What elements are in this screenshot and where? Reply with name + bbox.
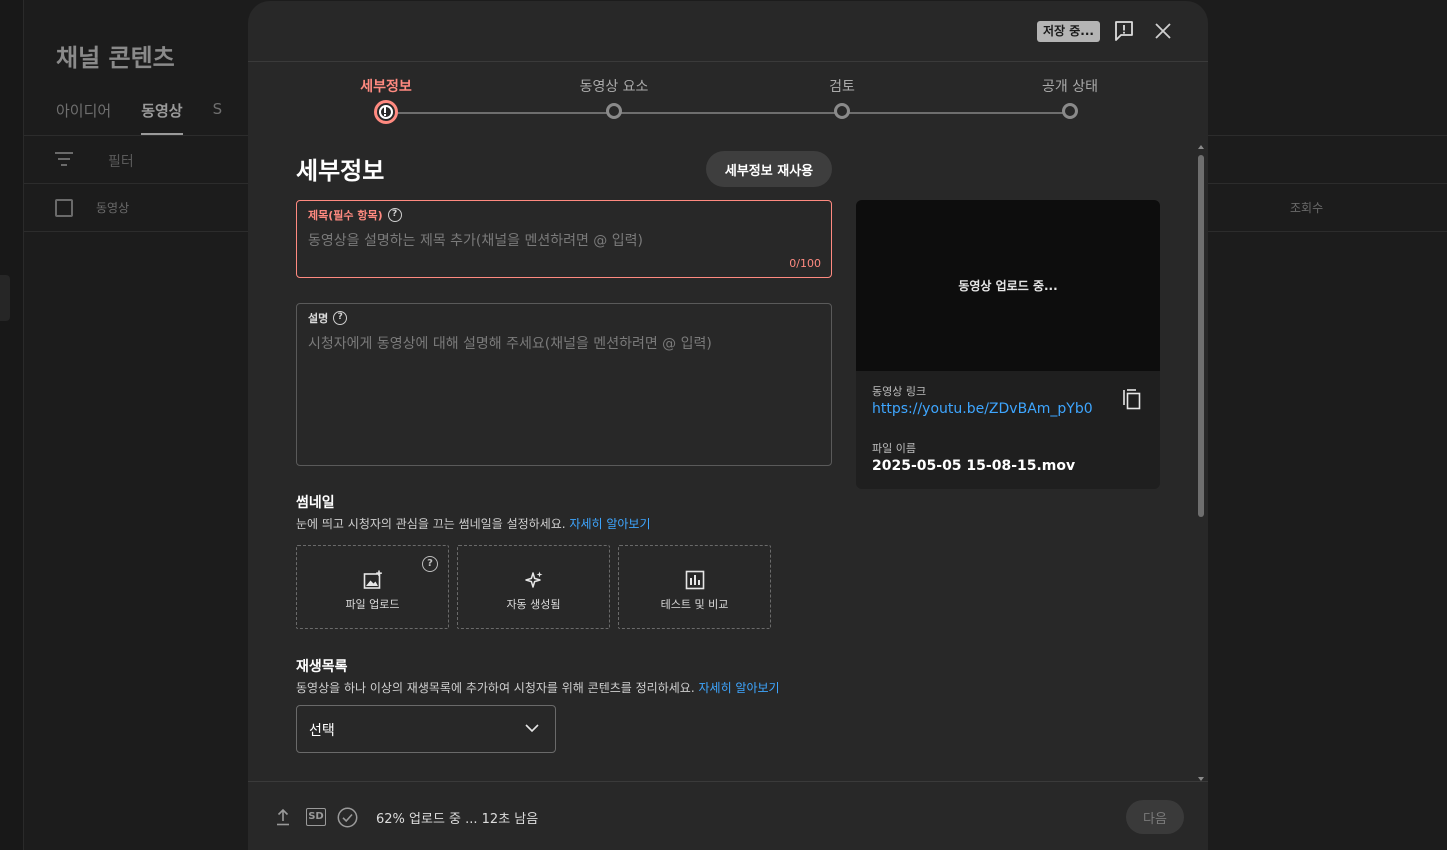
bg-select-all-checkbox[interactable]	[55, 199, 73, 217]
playlist-learn-more-link[interactable]: 자세히 알아보기	[698, 681, 779, 695]
thumbnail-option-label: 테스트 및 비교	[660, 598, 729, 611]
help-icon[interactable]: ?	[333, 311, 348, 325]
step-error-icon[interactable]	[374, 100, 398, 124]
bg-tab-shorts[interactable]: S	[213, 100, 223, 135]
content-scrollbar[interactable]	[1197, 145, 1205, 781]
sparkle-icon	[525, 571, 543, 588]
close-icon[interactable]	[1152, 20, 1174, 42]
progress-stepper: 세부정보 동영상 요소 검토 공개 상태	[248, 63, 1208, 127]
playlist-description: 동영상을 하나 이상의 재생목록에 추가하여 시청자를 위해 콘텐츠를 정리하세…	[296, 679, 780, 696]
bg-column-views: 조회수	[1290, 201, 1324, 215]
playlist-select-value: 선택	[309, 723, 335, 739]
details-content: 세부정보 세부정보 재사용 제목(필수 항목) ? 동영상을 설명하는 제목 추…	[248, 127, 1208, 781]
scrollbar-thumb[interactable]	[1198, 155, 1204, 517]
video-preview-card: 동영상 업로드 중... 동영상 링크 https://youtu.be/ZDv…	[856, 200, 1160, 489]
report-icon[interactable]	[1114, 20, 1134, 42]
title-label-text: 제목(필수 항목)	[308, 209, 383, 222]
playlist-title: 재생목록	[296, 659, 348, 675]
filter-icon[interactable]	[55, 152, 73, 166]
video-link[interactable]: https://youtu.be/ZDvBAm_pYb0	[872, 401, 1093, 417]
upload-progress-text: 62% 업로드 중 ... 12초 남음	[376, 812, 539, 827]
step-dot[interactable]	[1062, 103, 1078, 119]
thumbnail-description-text: 눈에 띄고 시청자의 관심을 끄는 썸네일을 설정하세요.	[296, 517, 566, 531]
sd-quality-icon: SD	[306, 808, 326, 826]
section-title: 세부정보	[296, 157, 385, 185]
thumbnail-upload-option[interactable]: 파일 업로드 ?	[296, 545, 449, 629]
dialog-footer: SD 62% 업로드 중 ... 12초 남음 다음	[248, 781, 1208, 850]
check-circle-icon	[337, 807, 358, 828]
saving-badge: 저장 중...	[1037, 21, 1100, 42]
file-name-label: 파일 이름	[872, 442, 916, 455]
thumbnail-auto-option[interactable]: 자동 생성됨	[457, 545, 610, 629]
chevron-down-icon	[525, 724, 539, 733]
thumbnail-learn-more-link[interactable]: 자세히 알아보기	[569, 517, 650, 531]
stepper-line	[386, 112, 1070, 114]
step-review[interactable]: 검토	[829, 76, 855, 96]
next-button[interactable]: 다음	[1126, 800, 1184, 834]
bg-tab-ideas[interactable]: 아이디어	[56, 100, 111, 135]
upload-dialog: 저장 중... 세부정보 동영상 요소 검토 공개 상태 세부정보 세부정보 재…	[248, 1, 1208, 850]
bg-side-rail-selection	[0, 275, 10, 321]
title-field-label: 제목(필수 항목) ?	[308, 207, 402, 223]
playlist-description-text: 동영상을 하나 이상의 재생목록에 추가하여 시청자를 위해 콘텐츠를 정리하세…	[296, 681, 695, 695]
playlist-select[interactable]: 선택	[296, 705, 556, 753]
bg-tab-videos[interactable]: 동영상	[141, 100, 183, 135]
dialog-header: 저장 중...	[248, 1, 1208, 62]
thumbnail-test-compare-option[interactable]: 테스트 및 비교	[618, 545, 771, 629]
video-preview: 동영상 업로드 중...	[856, 200, 1160, 371]
description-label-text: 설명	[308, 312, 329, 325]
bg-side-rail	[0, 0, 24, 850]
thumbnail-option-label: 파일 업로드	[345, 598, 400, 611]
image-upload-icon	[363, 570, 382, 589]
title-field[interactable]: 제목(필수 항목) ? 동영상을 설명하는 제목 추가(채널을 멘션하려면 @ …	[296, 200, 832, 278]
thumbnail-title: 썸네일	[296, 495, 335, 511]
description-field[interactable]: 설명 ? 시청자에게 동영상에 대해 설명해 주세요(채널을 멘션하려면 @ 입…	[296, 303, 832, 466]
step-dot[interactable]	[606, 103, 622, 119]
copy-icon[interactable]	[1123, 389, 1141, 410]
step-label: 세부정보	[360, 79, 412, 95]
step-dot[interactable]	[834, 103, 850, 119]
bg-column-video: 동영상	[96, 201, 130, 215]
step-label: 공개 상태	[1042, 79, 1098, 95]
upload-status-text: 동영상 업로드 중...	[958, 279, 1058, 293]
step-label: 동영상 요소	[579, 79, 649, 95]
step-label: 검토	[829, 79, 855, 95]
step-details[interactable]: 세부정보	[360, 76, 412, 96]
video-link-label: 동영상 링크	[872, 385, 927, 398]
bg-filter-label[interactable]: 필터	[108, 151, 134, 171]
thumbnail-option-label: 자동 생성됨	[506, 598, 561, 611]
bar-chart-icon	[685, 570, 705, 590]
upload-icon	[277, 808, 289, 826]
help-icon[interactable]: ?	[387, 208, 402, 222]
reuse-details-button[interactable]: 세부정보 재사용	[706, 151, 832, 187]
file-name: 2025-05-05 15-08-15.mov	[872, 458, 1076, 474]
step-visibility[interactable]: 공개 상태	[1042, 76, 1098, 96]
description-input-placeholder[interactable]: 시청자에게 동영상에 대해 설명해 주세요(채널을 멘션하려면 @ 입력)	[308, 333, 712, 353]
thumbnail-description: 눈에 띄고 시청자의 관심을 끄는 썸네일을 설정하세요. 자세히 알아보기	[296, 515, 651, 532]
title-input-placeholder[interactable]: 동영상을 설명하는 제목 추가(채널을 멘션하려면 @ 입력)	[308, 230, 643, 250]
bg-tabs: 아이디어 동영상 S	[56, 100, 222, 135]
help-icon[interactable]: ?	[422, 556, 438, 572]
step-video-elements[interactable]: 동영상 요소	[580, 76, 649, 96]
title-char-count: 0/100	[789, 257, 821, 270]
scroll-up-arrow-icon[interactable]	[1198, 145, 1204, 149]
bg-page-title: 채널 콘텐츠	[56, 44, 175, 72]
description-field-label: 설명 ?	[308, 310, 348, 326]
